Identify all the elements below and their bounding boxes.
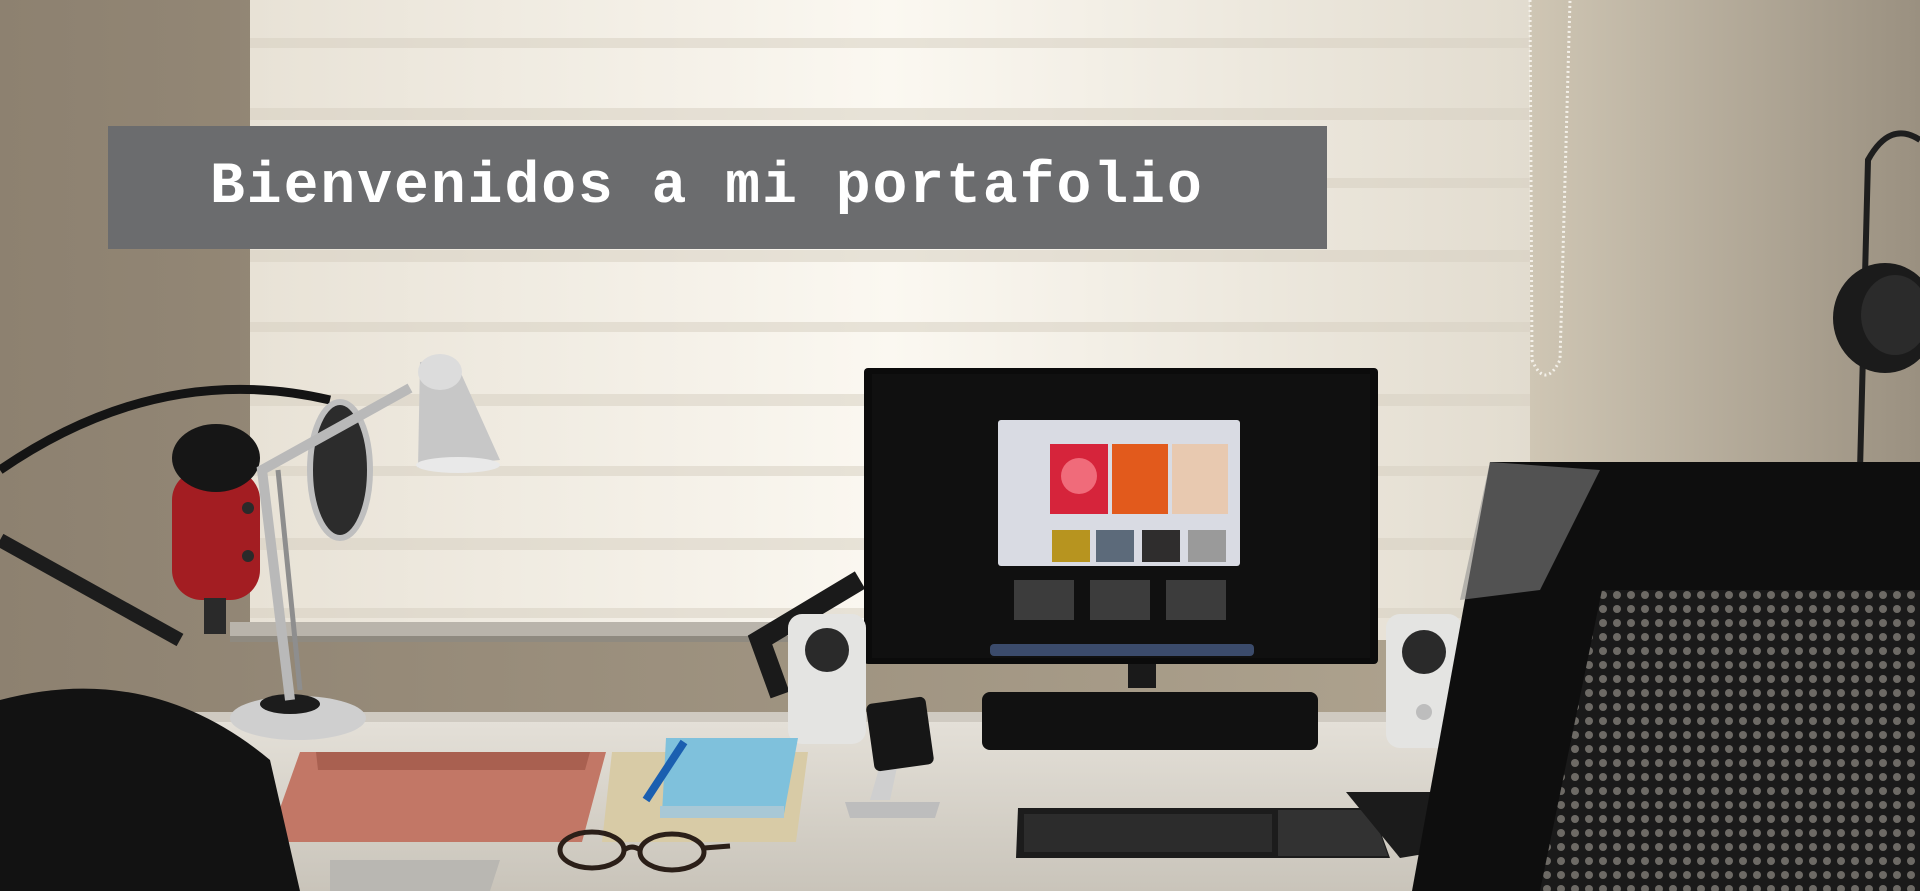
chair-right <box>1412 462 1920 891</box>
monitor <box>864 368 1378 688</box>
laptop-sleeve <box>268 752 606 842</box>
soundbar <box>982 692 1318 750</box>
keyboard <box>1016 808 1390 858</box>
speaker-left <box>788 614 866 744</box>
notebooks <box>602 738 808 842</box>
page-title: Bienvenidos a mi portafolio <box>210 155 1204 220</box>
hero-section: Bienvenidos a mi portafolio <box>0 0 1920 891</box>
welcome-banner: Bienvenidos a mi portafolio <box>108 126 1327 249</box>
